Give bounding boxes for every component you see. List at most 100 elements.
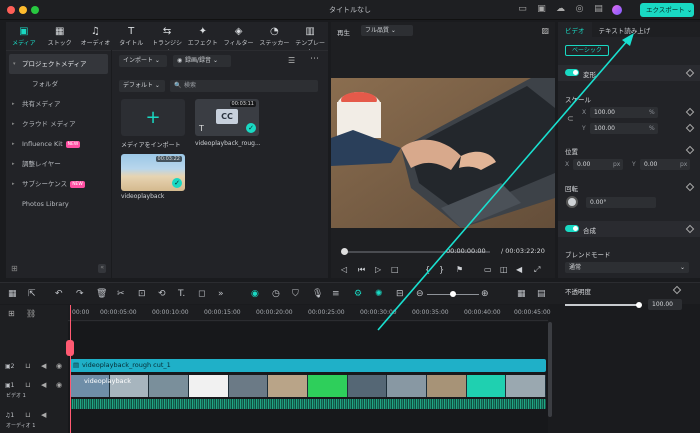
shield-icon[interactable]: ⛉: [292, 289, 299, 299]
audio-waveform[interactable]: [70, 399, 546, 409]
eye-icon[interactable]: ◉: [56, 381, 62, 389]
timeline-settings-icon[interactable]: ▤: [537, 289, 546, 299]
sidebar-item-folder[interactable]: フォルダ: [6, 74, 111, 94]
tab-video[interactable]: ビデオ: [558, 22, 592, 37]
grid-icon[interactable]: ▦: [517, 289, 526, 299]
magic-icon[interactable]: ✺: [375, 289, 383, 299]
layout-icon[interactable]: ▦: [8, 289, 17, 299]
timeline-scrollbar[interactable]: [548, 322, 552, 417]
media-item-cc[interactable]: 00:03:11 CC T ✓: [195, 99, 259, 136]
sidebar-item-shared-media[interactable]: ▸ 共有メディア: [6, 94, 111, 114]
rotation-dial[interactable]: [566, 196, 578, 208]
redo-icon[interactable]: ↷: [76, 289, 84, 299]
rotation-input[interactable]: 0.00°: [586, 197, 656, 208]
keyframe-icon[interactable]: [685, 145, 695, 155]
stop-icon[interactable]: □: [391, 265, 399, 274]
sidebar-item-subsequence[interactable]: ▸ サブシーケンス NEW: [6, 174, 111, 194]
render-icon[interactable]: ⊟: [396, 289, 404, 299]
gift-icon[interactable]: ▤: [593, 4, 604, 15]
link-track-icon[interactable]: ⛓: [26, 309, 36, 318]
new-folder-icon[interactable]: ⊞: [11, 264, 18, 273]
voice-icon[interactable]: ≡: [332, 289, 340, 299]
fullscreen-icon[interactable]: ⤢: [534, 265, 540, 275]
keyframe-icon[interactable]: [685, 182, 695, 192]
mark-out-icon[interactable]: }: [439, 265, 444, 274]
search-input[interactable]: 検索: [170, 80, 318, 92]
keyframe-icon[interactable]: [685, 123, 695, 133]
cloud-icon[interactable]: ☁: [555, 4, 566, 15]
sidebar-item-cloud-media[interactable]: ▸ クラウド メディア: [6, 114, 111, 134]
record-dropdown[interactable]: ◉ 録画/録音 ⌄: [173, 55, 231, 67]
opacity-slider-knob[interactable]: [636, 302, 642, 308]
video-clip[interactable]: [70, 375, 546, 397]
folder-icon[interactable]: ⊔: [25, 362, 30, 370]
tab-audio[interactable]: ♫ オーディオ: [78, 22, 114, 50]
folder-icon[interactable]: ⊔: [25, 381, 30, 389]
marker-icon[interactable]: ⚑: [456, 265, 463, 274]
audio-icon[interactable]: ◀: [41, 362, 46, 370]
more-tools-icon[interactable]: »: [218, 289, 224, 299]
tab-title[interactable]: T タイトル: [113, 22, 149, 50]
tab-filter[interactable]: ◈ フィルター: [221, 22, 257, 50]
composite-section[interactable]: [558, 221, 700, 237]
transform-toggle[interactable]: [565, 69, 579, 76]
link-icon[interactable]: ⊂: [567, 114, 574, 123]
zoom-out-icon[interactable]: ⊖: [416, 289, 424, 299]
mark-in-icon[interactable]: {: [425, 265, 430, 274]
zoom-slider-knob[interactable]: [450, 291, 456, 297]
keyframe-icon[interactable]: [685, 107, 695, 117]
collapse-icon[interactable]: «: [98, 264, 106, 273]
media-item-video[interactable]: 00:03:22 ✓: [121, 154, 185, 191]
select-tool-icon[interactable]: ⇱: [28, 289, 36, 299]
ai-icon[interactable]: ⚙: [354, 289, 362, 299]
undo-icon[interactable]: ↶: [55, 289, 63, 299]
auto-ripple-icon[interactable]: ◉: [251, 289, 259, 299]
composite-toggle[interactable]: [565, 225, 579, 232]
audio-icon[interactable]: ◀: [41, 411, 46, 419]
prev-frame-icon[interactable]: ◁: [341, 265, 347, 274]
scrubber-knob[interactable]: [341, 248, 348, 255]
delete-icon[interactable]: 🗑: [96, 289, 107, 299]
folder-icon[interactable]: ⊔: [25, 411, 30, 419]
blend-mode-dropdown[interactable]: 通常 ⌄: [565, 262, 689, 273]
transform-section[interactable]: [558, 65, 700, 81]
support-icon[interactable]: ◎: [574, 4, 585, 15]
basic-tab-button[interactable]: ベーシック: [565, 45, 609, 56]
volume-icon[interactable]: ◀: [516, 265, 522, 274]
cut-icon[interactable]: ✂: [117, 289, 125, 299]
caption-clip[interactable]: ▤ videoplayback_rough cut_1: [70, 359, 546, 372]
add-track-icon[interactable]: ⊞: [8, 309, 15, 318]
opacity-slider[interactable]: [565, 304, 637, 306]
speed-icon[interactable]: ⟲: [158, 289, 166, 299]
opacity-input[interactable]: 100.00: [648, 299, 682, 310]
tab-effect[interactable]: ✦ エフェクト: [185, 22, 221, 50]
mic-icon[interactable]: 🎙: [312, 289, 323, 299]
play-icon[interactable]: ▷: [375, 265, 381, 274]
quality-dropdown[interactable]: フル品質 ⌄: [361, 25, 413, 36]
sidebar-item-influence-kit[interactable]: ▸ Influence Kit NEW: [6, 134, 111, 154]
snap-icon[interactable]: ◷: [272, 289, 280, 299]
snapshot-view-icon[interactable]: ▨: [541, 26, 549, 35]
display-icon[interactable]: ▭: [484, 265, 492, 274]
sidebar-item-photos-library[interactable]: Photos Library: [6, 194, 111, 214]
scale-x-input[interactable]: 100.00: [590, 107, 658, 118]
tab-text-to-speech[interactable]: テキスト読み上げ: [592, 22, 658, 37]
sidebar-item-project-media[interactable]: ▾ プロジェクトメディア: [9, 54, 108, 74]
sort-dropdown[interactable]: デフォルト ⌄: [119, 80, 165, 92]
scale-y-input[interactable]: 100.00: [590, 123, 658, 134]
tab-template[interactable]: ▥テンプレート: [292, 22, 328, 56]
export-button[interactable]: エクスポート ⌄: [640, 3, 694, 17]
playhead[interactable]: [70, 305, 71, 433]
tab-transition[interactable]: ⇆トランジション: [149, 22, 185, 56]
snapshot-icon[interactable]: ◫: [500, 265, 508, 274]
filter-icon[interactable]: ☰: [288, 56, 295, 65]
import-dropdown[interactable]: インポート ⌄: [119, 55, 167, 67]
audio-icon[interactable]: ◀: [41, 381, 46, 389]
monitor-icon[interactable]: ▭: [517, 4, 528, 15]
mask-icon[interactable]: ◻: [198, 289, 205, 299]
tab-media[interactable]: ▣ メディア: [6, 22, 42, 50]
timeline-ruler[interactable]: 00:00 00:00:05:00 00:00:10:00 00:00:15:0…: [68, 305, 551, 321]
text-tool-icon[interactable]: T.: [178, 289, 185, 299]
avatar[interactable]: [612, 5, 622, 15]
step-back-icon[interactable]: ⏮: [358, 265, 365, 275]
